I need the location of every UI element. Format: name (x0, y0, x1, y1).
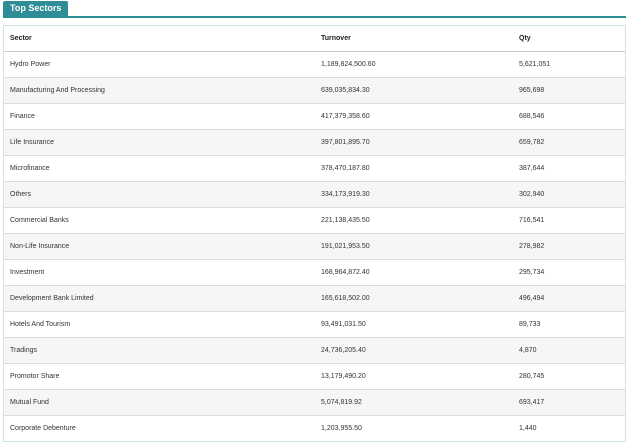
sectors-table-container: Sector Turnover Qty Hydro Power 1,189,824… (3, 25, 626, 442)
sector-cell: Non-Life Insurance (4, 233, 315, 260)
sector-cell: Microfinance (4, 155, 315, 182)
sector-cell: Commercial Banks (4, 207, 315, 234)
table-row[interactable]: Others 334,173,919.30 302,940 (4, 181, 625, 208)
table-row[interactable]: Finance 417,379,358.60 688,546 (4, 103, 625, 130)
sector-cell: Mutual Fund (4, 389, 315, 416)
table-row[interactable]: Non-Life Insurance 191,021,953.50 278,982 (4, 233, 625, 260)
tab-bar: Top Sectors (3, 1, 626, 18)
table-row[interactable]: Life Insurance 397,801,895.70 659,782 (4, 129, 625, 156)
sector-cell: Others (4, 181, 315, 208)
table-header-row: Sector Turnover Qty (4, 26, 625, 52)
sector-cell: Life Insurance (4, 129, 315, 156)
table-row[interactable]: Investment 168,964,872.40 295,734 (4, 259, 625, 286)
qty-cell: 688,546 (513, 103, 625, 130)
table-body: Hydro Power 1,189,824,500.60 5,621,051 Manu… (4, 51, 625, 441)
turnover-cell: 93,491,031.50 (315, 311, 513, 338)
qty-cell: 659,782 (513, 129, 625, 156)
turnover-cell: 168,964,872.40 (315, 259, 513, 286)
top-sectors-widget: Top Sectors Sector Turnover Qty Hydro Po… (3, 1, 626, 442)
sectors-table: Sector Turnover Qty Hydro Power 1,189,824… (4, 26, 625, 441)
turnover-cell: 5,074,819.92 (315, 389, 513, 416)
qty-cell: 302,940 (513, 181, 625, 208)
sector-cell: Tradings (4, 337, 315, 364)
turnover-cell: 191,021,953.50 (315, 233, 513, 260)
sector-cell: Hotels And Tourism (4, 311, 315, 338)
turnover-cell: 1,189,824,500.60 (315, 51, 513, 78)
qty-cell: 496,494 (513, 285, 625, 312)
turnover-cell: 165,618,502.00 (315, 285, 513, 312)
column-header-sector[interactable]: Sector (4, 26, 315, 52)
table-row[interactable]: Hydro Power 1,189,824,500.60 5,621,051 (4, 51, 625, 78)
sector-cell: Manufacturing And Processing (4, 77, 315, 104)
column-header-qty[interactable]: Qty (513, 26, 625, 52)
qty-cell: 693,417 (513, 389, 625, 416)
turnover-cell: 24,736,205.40 (315, 337, 513, 364)
column-header-turnover[interactable]: Turnover (315, 26, 513, 52)
sector-cell: Investment (4, 259, 315, 286)
turnover-cell: 378,470,187.80 (315, 155, 513, 182)
table-row[interactable]: Microfinance 378,470,187.80 387,644 (4, 155, 625, 182)
turnover-cell: 1,203,955.50 (315, 415, 513, 441)
sector-cell: Development Bank Limited (4, 285, 315, 312)
turnover-cell: 334,173,919.30 (315, 181, 513, 208)
qty-cell: 278,982 (513, 233, 625, 260)
qty-cell: 1,440 (513, 415, 625, 441)
turnover-cell: 639,035,834.30 (315, 77, 513, 104)
sector-cell: Corporate Debenture (4, 415, 315, 441)
sector-cell: Finance (4, 103, 315, 130)
qty-cell: 4,870 (513, 337, 625, 364)
tab-top-sectors[interactable]: Top Sectors (3, 1, 69, 16)
qty-cell: 5,621,051 (513, 51, 625, 78)
table-row[interactable]: Development Bank Limited 165,618,502.00 49… (4, 285, 625, 312)
sector-cell: Promotor Share (4, 363, 315, 390)
sector-cell: Hydro Power (4, 51, 315, 78)
qty-cell: 965,698 (513, 77, 625, 104)
qty-cell: 716,541 (513, 207, 625, 234)
qty-cell: 387,644 (513, 155, 625, 182)
table-row[interactable]: Mutual Fund 5,074,819.92 693,417 (4, 389, 625, 416)
turnover-cell: 13,179,490.20 (315, 363, 513, 390)
table-row[interactable]: Commercial Banks 221,138,435.50 716,541 (4, 207, 625, 234)
turnover-cell: 397,801,895.70 (315, 129, 513, 156)
table-row[interactable]: Tradings 24,736,205.40 4,870 (4, 337, 625, 364)
table-row[interactable]: Manufacturing And Processing 639,035,834.… (4, 77, 625, 104)
qty-cell: 280,745 (513, 363, 625, 390)
turnover-cell: 417,379,358.60 (315, 103, 513, 130)
table-row[interactable]: Corporate Debenture 1,203,955.50 1,440 (4, 415, 625, 441)
qty-cell: 89,733 (513, 311, 625, 338)
qty-cell: 295,734 (513, 259, 625, 286)
table-row[interactable]: Hotels And Tourism 93,491,031.50 89,733 (4, 311, 625, 338)
table-row[interactable]: Promotor Share 13,179,490.20 280,745 (4, 363, 625, 390)
turnover-cell: 221,138,435.50 (315, 207, 513, 234)
